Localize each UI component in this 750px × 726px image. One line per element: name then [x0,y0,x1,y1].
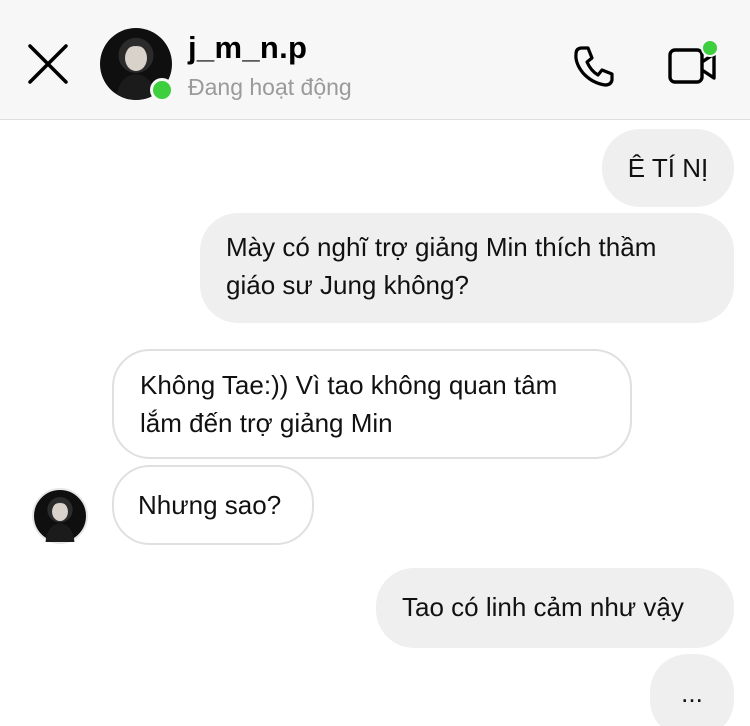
voice-call-button[interactable] [570,42,618,90]
message-bubble-incoming[interactable]: Không Tae:)) Vì tao không quan tâm lắm đ… [112,349,632,459]
close-button[interactable] [24,40,72,88]
message-bubble-outgoing[interactable]: Tao có linh cảm như vậy [376,568,734,648]
typing-dots: ... [681,678,703,708]
person-silhouette-icon [45,502,75,542]
online-indicator [150,78,174,102]
chat-header: j_m_n.p Đang hoạt động [0,0,750,120]
phone-icon [574,46,614,87]
typing-indicator-bubble: ... [650,654,734,726]
message-text-line: Mày có nghĩ trợ giảng Min thích thầm [226,232,657,262]
message-text: Ê TÍ NỊ [627,153,709,183]
message-bubble-outgoing[interactable]: Ê TÍ NỊ [602,129,734,207]
contact-avatar[interactable] [100,28,174,102]
message-text: Tao có linh cảm như vậy [402,592,684,622]
sender-avatar[interactable] [32,488,88,544]
message-text-line: Không Tae:)) Vì tao không quan tâm [140,370,558,400]
activity-status: Đang hoạt động [188,74,352,100]
message-text-line: giáo sư Jung không? [226,270,469,300]
message-bubble-incoming[interactable]: Nhưng sao? [112,465,314,545]
message-text-line: lắm đến trợ giảng Min [140,408,393,438]
contact-username[interactable]: j_m_n.p [188,30,307,66]
video-call-button[interactable] [666,39,722,88]
video-camera-icon [668,39,719,84]
message-text: Nhưng sao? [138,490,282,520]
message-bubble-outgoing[interactable]: Mày có nghĩ trợ giảng Min thích thầm giá… [200,213,734,323]
close-icon [28,44,68,84]
